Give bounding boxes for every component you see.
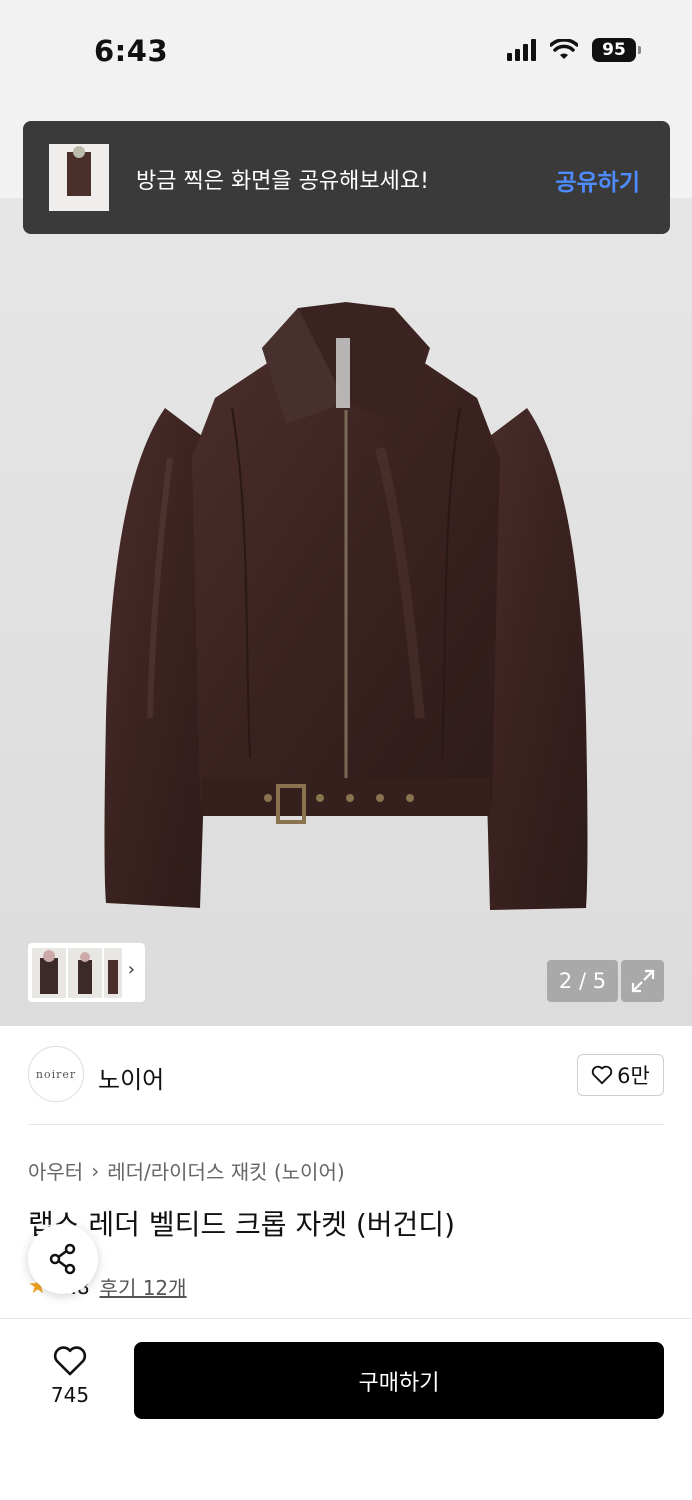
expand-button[interactable] <box>621 960 664 1002</box>
product-page: 6:43 95 › 2 / 5 방금 찍은 화면을 공유해보세요! 공유하기 n… <box>0 0 692 1500</box>
toast-message: 방금 찍은 화면을 공유해보세요! <box>136 169 429 194</box>
product-image-gallery[interactable]: › 2 / 5 <box>0 198 692 1026</box>
status-icons: 95 <box>507 38 641 62</box>
share-screenshot-toast: 방금 찍은 화면을 공유해보세요! 공유하기 <box>23 121 670 234</box>
product-jacket-image <box>104 302 588 910</box>
wishlist-count: 745 <box>50 1383 90 1407</box>
heart-icon <box>591 1065 613 1085</box>
thumbnail-image[interactable] <box>104 947 122 998</box>
expand-icon <box>631 969 654 993</box>
chevron-right-icon: › <box>91 1158 100 1183</box>
thumbnail-strip[interactable]: › <box>28 943 145 1002</box>
breadcrumb: 아우터 › 레더/라이더스 재킷 (노이어) <box>28 1156 345 1185</box>
thumbnail-image[interactable] <box>68 947 102 998</box>
brand-like-button[interactable]: 6만 <box>577 1054 664 1096</box>
wishlist-button[interactable]: 745 <box>40 1345 100 1415</box>
heart-icon <box>53 1346 87 1376</box>
buy-button[interactable]: 구매하기 <box>134 1342 664 1419</box>
brand-like-count: 6만 <box>617 1064 650 1088</box>
image-counter: 2 / 5 <box>547 960 618 1002</box>
battery-indicator: 95 <box>592 38 641 62</box>
share-icon <box>49 1243 76 1275</box>
share-button[interactable]: 공유하기 <box>555 163 640 197</box>
brand-logo[interactable]: noirer <box>28 1046 84 1102</box>
bottom-bar-divider <box>0 1318 692 1319</box>
screenshot-thumbnail <box>49 144 109 211</box>
floating-share-button[interactable] <box>28 1224 98 1294</box>
breadcrumb-subcategory[interactable]: 레더/라이더스 재킷 (노이어) <box>107 1156 344 1185</box>
breadcrumb-category[interactable]: 아우터 <box>28 1156 83 1185</box>
cellular-signal-icon <box>507 39 536 61</box>
brand-name[interactable]: 노이어 <box>98 1060 164 1095</box>
chevron-right-icon[interactable]: › <box>128 959 135 980</box>
divider <box>28 1124 664 1125</box>
product-title: 랩스 레더 벨티드 크롭 자켓 (버건디) <box>28 1208 455 1241</box>
status-time: 6:43 <box>94 34 169 68</box>
thumbnail-image[interactable] <box>32 947 66 998</box>
wifi-icon <box>550 39 578 59</box>
reviews-link[interactable]: 후기 12개 <box>100 1272 187 1301</box>
